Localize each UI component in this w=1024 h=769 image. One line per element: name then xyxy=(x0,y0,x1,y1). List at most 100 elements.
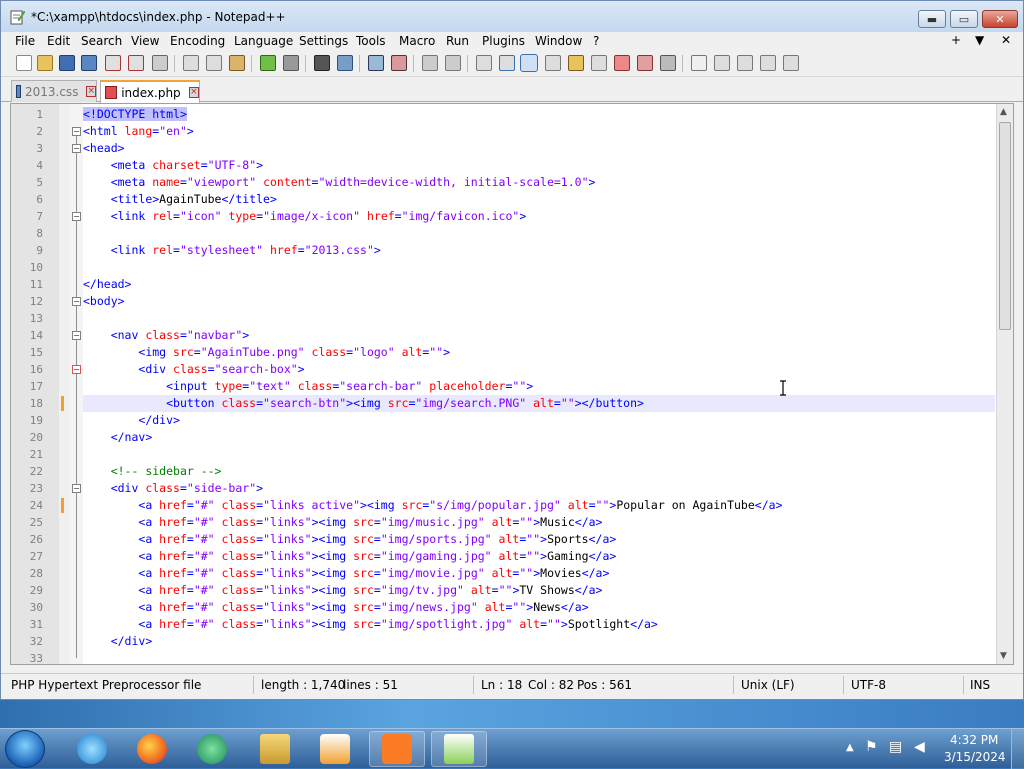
tab-2013-css[interactable]: 2013.css × xyxy=(11,80,97,102)
code-line[interactable]: <link rel="stylesheet" href="2013.css"> xyxy=(83,242,995,259)
open-file-icon[interactable] xyxy=(37,55,53,71)
maximize-button[interactable]: ▭ xyxy=(950,10,978,28)
code-line[interactable]: <a href="#" class="links"><img src="img/… xyxy=(83,565,995,582)
taskbar-messenger[interactable] xyxy=(184,731,240,767)
scrollbar-thumb[interactable] xyxy=(999,122,1011,330)
code-line[interactable]: <html lang="en"> xyxy=(83,123,995,140)
code-line[interactable]: <body> xyxy=(83,293,995,310)
print-icon[interactable] xyxy=(152,55,168,71)
fold-toggle-icon[interactable]: − xyxy=(72,331,81,340)
sync-vertical-icon[interactable] xyxy=(422,55,438,71)
code-line[interactable]: <div class="side-bar"> xyxy=(83,480,995,497)
zoom-in-icon[interactable] xyxy=(368,55,384,71)
code-editor[interactable]: 1 2 3 4 5 6 7 8 9 10 11 12 13 14 15 16 17 18 19 20 21 22 23 24 2… xyxy=(10,103,1014,665)
code-line[interactable]: <a href="#" class="links active"><img sr… xyxy=(83,497,995,514)
code-line[interactable] xyxy=(83,225,995,242)
menu-language[interactable]: Language xyxy=(234,34,293,48)
stop-macro-icon[interactable] xyxy=(714,55,730,71)
tab-list-dropdown-icon[interactable]: ▼ xyxy=(975,33,984,47)
document-map-icon[interactable] xyxy=(568,55,584,71)
menu-tools[interactable]: Tools xyxy=(356,34,386,48)
code-line[interactable]: <a href="#" class="links"><img src="img/… xyxy=(83,582,995,599)
volume-muted-icon[interactable]: ◀ xyxy=(914,739,925,755)
taskbar-firefox[interactable] xyxy=(124,731,180,767)
menu-help[interactable]: ? xyxy=(593,34,599,48)
fold-margin[interactable]: − − − − − − − xyxy=(69,104,83,664)
show-all-characters-icon[interactable] xyxy=(499,55,515,71)
code-line[interactable]: <input type="text" class="search-bar" pl… xyxy=(83,378,995,395)
code-line[interactable]: </nav> xyxy=(83,429,995,446)
network-icon[interactable]: ▤ xyxy=(889,739,902,755)
close-document-icon[interactable]: ✕ xyxy=(1001,33,1011,47)
new-file-icon[interactable] xyxy=(16,55,32,71)
record-macro-icon[interactable] xyxy=(691,55,707,71)
taskbar-xampp[interactable] xyxy=(369,731,425,767)
folder-as-workspace-icon[interactable] xyxy=(614,55,630,71)
status-encoding[interactable]: UTF-8 xyxy=(851,678,886,692)
scroll-up-icon[interactable]: ▲ xyxy=(1000,107,1007,117)
save-icon[interactable] xyxy=(59,55,75,71)
menu-view[interactable]: View xyxy=(131,34,159,48)
sync-horizontal-icon[interactable] xyxy=(445,55,461,71)
code-line[interactable]: <!DOCTYPE html> xyxy=(83,106,995,123)
run-macro-multiple-icon[interactable] xyxy=(760,55,776,71)
save-all-icon[interactable] xyxy=(81,55,97,71)
taskbar-internet-explorer[interactable] xyxy=(64,731,120,767)
code-line[interactable]: <meta charset="UTF-8"> xyxy=(83,157,995,174)
word-wrap-icon[interactable] xyxy=(476,55,492,71)
fold-toggle-icon[interactable]: − xyxy=(72,127,81,136)
menu-encoding[interactable]: Encoding xyxy=(170,34,225,48)
show-desktop-button[interactable] xyxy=(1011,729,1024,769)
code-line[interactable]: <nav class="navbar"> xyxy=(83,327,995,344)
fold-toggle-icon[interactable]: − xyxy=(72,365,81,374)
menu-macro[interactable]: Macro xyxy=(399,34,435,48)
taskbar-file-explorer[interactable] xyxy=(247,731,303,767)
undo-icon[interactable] xyxy=(260,55,276,71)
function-list-icon[interactable] xyxy=(591,55,607,71)
code-line[interactable]: <a href="#" class="links"><img src="img/… xyxy=(83,599,995,616)
tab-index-php[interactable]: index.php × xyxy=(100,80,200,103)
code-line[interactable]: <head> xyxy=(83,140,995,157)
minimize-button[interactable]: ▬ xyxy=(918,10,946,28)
close-all-icon[interactable] xyxy=(128,55,144,71)
redo-icon[interactable] xyxy=(283,55,299,71)
code-line[interactable]: <a href="#" class="links"><img src="img/… xyxy=(83,531,995,548)
code-line[interactable]: <a href="#" class="links"><img src="img/… xyxy=(83,514,995,531)
code-line[interactable]: <a href="#" class="links"><img src="img/… xyxy=(83,616,995,633)
close-tab-icon[interactable]: × xyxy=(188,87,199,98)
fold-toggle-icon[interactable]: − xyxy=(72,297,81,306)
taskbar-notepad-plus-plus[interactable] xyxy=(431,731,487,767)
scroll-down-icon[interactable]: ▼ xyxy=(1000,651,1007,661)
zoom-out-icon[interactable] xyxy=(391,55,407,71)
title-bar[interactable]: *C:\xampp\htdocs\index.php - Notepad++ ▬… xyxy=(1,1,1023,32)
menu-settings[interactable]: Settings xyxy=(299,34,348,48)
cut-icon[interactable] xyxy=(183,55,199,71)
code-line[interactable] xyxy=(83,310,995,327)
show-hidden-icons-icon[interactable]: ▲ xyxy=(846,742,854,753)
monitoring-icon[interactable] xyxy=(637,55,653,71)
user-language-icon[interactable] xyxy=(545,55,561,71)
vertical-scrollbar[interactable]: ▲ ▼ xyxy=(996,104,1013,664)
code-line[interactable] xyxy=(83,446,995,463)
code-line[interactable]: <meta name="viewport" content="width=dev… xyxy=(83,174,995,191)
taskbar-media-player[interactable] xyxy=(307,731,363,767)
find-icon[interactable] xyxy=(314,55,330,71)
code-line[interactable]: <div class="search-box"> xyxy=(83,361,995,378)
clock-date[interactable]: 3/15/2024 xyxy=(944,750,1006,764)
status-insert-mode[interactable]: INS xyxy=(970,678,990,692)
status-eol[interactable]: Unix (LF) xyxy=(741,678,795,692)
paste-icon[interactable] xyxy=(229,55,245,71)
code-line[interactable]: </head> xyxy=(83,276,995,293)
fold-toggle-icon[interactable]: − xyxy=(72,484,81,493)
code-line[interactable]: <link rel="icon" type="image/x-icon" hre… xyxy=(83,208,995,225)
eye-icon[interactable] xyxy=(660,55,676,71)
code-line[interactable]: <title>AgainTube</title> xyxy=(83,191,995,208)
copy-icon[interactable] xyxy=(206,55,222,71)
fold-toggle-icon[interactable]: − xyxy=(72,212,81,221)
code-line[interactable]: <button class="search-btn"><img src="img… xyxy=(83,395,995,412)
menu-run[interactable]: Run xyxy=(446,34,469,48)
code-line[interactable]: <img src="AgainTube.png" class="logo" al… xyxy=(83,344,995,361)
close-file-icon[interactable] xyxy=(105,55,121,71)
menu-search[interactable]: Search xyxy=(81,34,122,48)
menu-window[interactable]: Window xyxy=(535,34,582,48)
